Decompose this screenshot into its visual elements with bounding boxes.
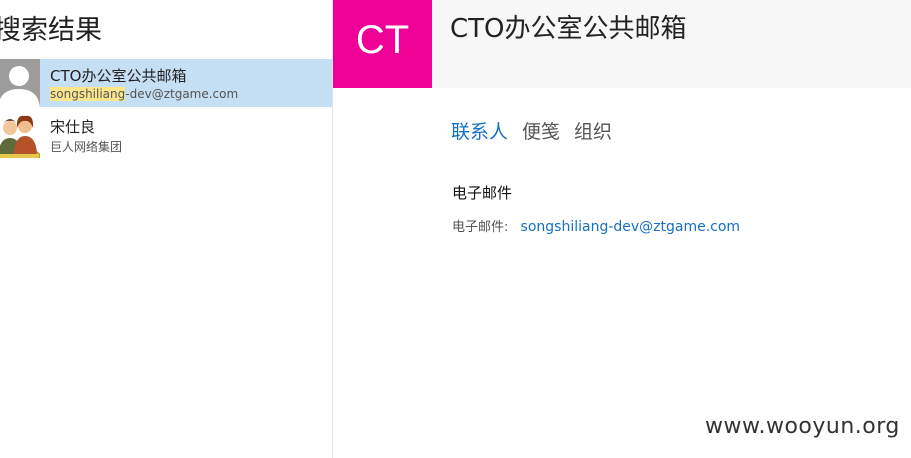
result-item-song-shiliang[interactable]: 宋仕良 巨人网络集团 [0, 110, 332, 158]
email-link[interactable]: songshiliang-dev@ztgame.com [521, 219, 741, 235]
tab-contacts[interactable]: 联系人 [451, 117, 508, 144]
tab-notes[interactable]: 便笺 [522, 117, 560, 144]
email-label: 电子邮件: [452, 220, 509, 235]
result-item-cto-mailbox[interactable]: CTO办公室公共邮箱 songshiliang-dev@ztgame.com [0, 59, 332, 107]
email-section-title: 电子邮件 [452, 184, 513, 202]
tab-organization[interactable]: 组织 [574, 117, 612, 144]
search-results-heading: 搜索结果 [0, 15, 102, 46]
result-email: songshiliang-dev@ztgame.com [50, 87, 238, 101]
contact-initials-tile: CT [333, 0, 432, 88]
result-email-rest: -dev@ztgame.com [125, 87, 239, 101]
contact-title: CTO办公室公共邮箱 [450, 14, 687, 44]
result-name: 宋仕良 [50, 118, 96, 136]
search-match-highlight: songshiliang [50, 87, 126, 101]
watermark: www.wooyun.org [705, 414, 900, 439]
contact-tabs: 联系人 便笺 组织 [451, 117, 612, 144]
group-people-icon [0, 110, 40, 158]
result-name: CTO办公室公共邮箱 [50, 67, 187, 85]
result-organization: 巨人网络集团 [50, 140, 123, 154]
default-person-icon [0, 59, 40, 107]
email-row: 电子邮件: songshiliang-dev@ztgame.com [452, 216, 740, 235]
search-results-pane: 搜索结果 CTO办公室公共邮箱 songshiliang-dev@ztgame.… [0, 0, 333, 458]
